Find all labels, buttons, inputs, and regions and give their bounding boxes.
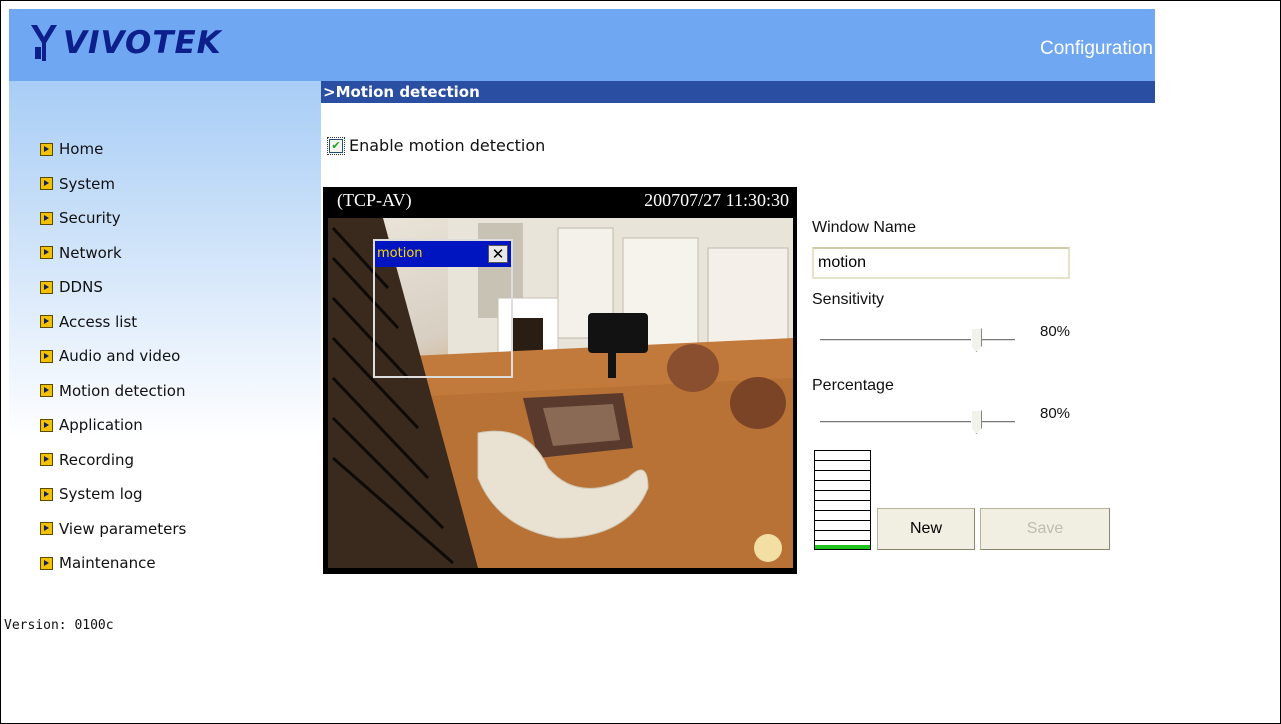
arrow-icon xyxy=(40,211,53,225)
sidebar-item-label: Recording xyxy=(59,450,135,469)
video-caption-bar: (TCP-AV) 200707/27 11:30:30 xyxy=(323,187,797,217)
checkmark-icon: ✔ xyxy=(329,138,343,153)
slider-track xyxy=(820,421,1015,423)
section-title: >Motion detection xyxy=(321,81,1155,103)
meter-line xyxy=(815,490,870,491)
sidebar-item-system-log[interactable]: System log xyxy=(40,477,186,512)
video-timestamp: 200707/27 11:30:30 xyxy=(644,190,789,210)
arrow-icon xyxy=(40,522,53,536)
sidebar-item-label: DDNS xyxy=(59,278,103,297)
save-button[interactable]: Save xyxy=(980,508,1110,550)
meter-level-bar xyxy=(815,545,870,549)
sidebar-item-security[interactable]: Security xyxy=(40,201,186,236)
logo-mark-icon xyxy=(31,25,57,61)
sensitivity-value: 80% xyxy=(1040,323,1071,340)
new-button[interactable]: New xyxy=(877,508,975,550)
sidebar-item-network[interactable]: Network xyxy=(40,236,186,271)
sidebar-item-view-parameters[interactable]: View parameters xyxy=(40,512,186,547)
motion-window-titlebar[interactable]: motion ✕ xyxy=(375,241,511,267)
sidebar-item-label: Home xyxy=(59,140,104,159)
window-name-label: Window Name xyxy=(812,219,917,236)
sidebar-menu: Home System Security Network DDNS Access… xyxy=(40,132,186,581)
meter-line xyxy=(815,530,870,531)
sidebar-item-label: Network xyxy=(59,243,122,262)
arrow-icon xyxy=(40,177,53,191)
close-icon[interactable]: ✕ xyxy=(488,245,508,263)
meter-line xyxy=(815,460,870,461)
enable-motion-label: Enable motion detection xyxy=(349,136,546,155)
checkbox-focus[interactable]: ✔ xyxy=(327,136,345,155)
window-name-input[interactable] xyxy=(812,247,1070,279)
sidebar-item-home[interactable]: Home xyxy=(40,132,186,167)
sidebar-item-application[interactable]: Application xyxy=(40,408,186,443)
motion-level-meter xyxy=(814,450,871,550)
arrow-icon xyxy=(40,453,53,467)
vivotek-logo[interactable]: VIVOTEK xyxy=(29,23,222,63)
arrow-icon xyxy=(40,384,53,398)
sidebar-item-label: Audio and video xyxy=(59,347,181,366)
meter-line xyxy=(815,470,870,471)
arrow-icon xyxy=(40,280,53,294)
motion-window-title: motion xyxy=(377,246,423,261)
meter-line xyxy=(815,540,870,541)
sensitivity-slider[interactable] xyxy=(820,328,1015,352)
meter-line xyxy=(815,520,870,521)
page-title: Configuration xyxy=(1039,38,1153,59)
sidebar-item-system[interactable]: System xyxy=(40,167,186,202)
sidebar-item-label: Access list xyxy=(59,312,138,331)
sidebar-item-motion-detection[interactable]: Motion detection xyxy=(40,374,186,409)
slider-thumb[interactable] xyxy=(971,410,982,434)
sidebar-item-audio-video[interactable]: Audio and video xyxy=(40,339,186,374)
sidebar-item-label: View parameters xyxy=(59,519,187,538)
sidebar-item-access-list[interactable]: Access list xyxy=(40,305,186,340)
video-source-label: (TCP-AV) xyxy=(337,190,412,210)
logo-text: VIVOTEK xyxy=(63,25,222,61)
arrow-icon xyxy=(40,349,53,363)
sidebar-item-label: Application xyxy=(59,416,143,435)
sensitivity-label: Sensitivity xyxy=(812,291,885,308)
sidebar-item-label: System log xyxy=(59,485,143,504)
arrow-icon xyxy=(40,418,53,432)
slider-track xyxy=(820,339,1015,341)
meter-line xyxy=(815,480,870,481)
slider-thumb[interactable] xyxy=(971,328,982,352)
percentage-label: Percentage xyxy=(812,377,894,394)
arrow-icon xyxy=(40,246,53,260)
header: VIVOTEK Configuration xyxy=(9,9,1155,81)
sidebar-item-label: System xyxy=(59,174,115,193)
arrow-icon xyxy=(40,142,53,156)
meter-line xyxy=(815,500,870,501)
arrow-icon xyxy=(40,556,53,570)
percentage-value: 80% xyxy=(1040,405,1071,422)
sidebar-item-label: Motion detection xyxy=(59,381,186,400)
motion-window[interactable]: motion ✕ xyxy=(373,239,513,378)
enable-motion-checkbox[interactable]: ✔ Enable motion detection xyxy=(327,136,545,155)
percentage-slider[interactable] xyxy=(820,410,1015,434)
arrow-icon xyxy=(40,487,53,501)
version-text: Version: 0100c xyxy=(4,618,114,633)
sidebar-item-recording[interactable]: Recording xyxy=(40,443,186,478)
arrow-icon xyxy=(40,315,53,329)
sidebar-item-label: Security xyxy=(59,209,121,228)
sidebar-item-ddns[interactable]: DDNS xyxy=(40,270,186,305)
meter-line xyxy=(815,510,870,511)
sidebar-item-maintenance[interactable]: Maintenance xyxy=(40,546,186,581)
sidebar-item-label: Maintenance xyxy=(59,554,156,573)
